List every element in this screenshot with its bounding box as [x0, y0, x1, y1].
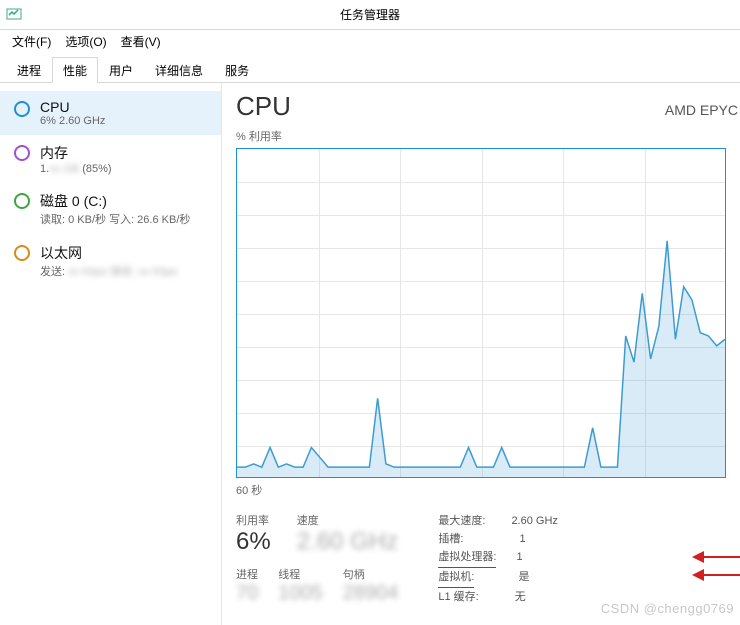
chart-x-label: 60 秒 [236, 482, 740, 498]
titlebar: 任务管理器 [0, 0, 740, 30]
proc-label: 进程 [236, 566, 258, 582]
sidebar-cpu-sub: 6% 2.60 GHz [40, 115, 105, 127]
window-title: 任务管理器 [340, 6, 400, 23]
tab-users[interactable]: 用户 [98, 57, 144, 83]
ethernet-ring-icon [14, 245, 30, 261]
speed-value: 2.60 GHz [297, 528, 398, 556]
cpu-stats: 利用率 6% 速度 2.60 GHz 进程 70 线程 1005 [236, 512, 740, 606]
performance-sidebar: CPU 6% 2.60 GHz 内存 1.xx GB (85%) 磁盘 0 (C… [0, 83, 222, 625]
sidebar-item-memory[interactable]: 内存 1.xx GB (85%) [0, 135, 221, 183]
speed-label: 速度 [297, 512, 398, 528]
vm-label: 虚拟机: [438, 568, 474, 588]
tab-performance[interactable]: 性能 [52, 57, 98, 83]
tab-details[interactable]: 详细信息 [144, 57, 214, 83]
sidebar-cpu-title: CPU [40, 99, 105, 115]
cpu-detail-stats: 最大速度: 2.60 GHz 插槽: 1 虚拟处理器: 1 虚拟机: 是 L1 缓存: 无 [438, 512, 558, 606]
l1-value: 无 [515, 588, 526, 606]
sockets-label: 插槽: [438, 530, 463, 548]
threads-value: 1005 [278, 582, 323, 605]
menu-options[interactable]: 选项(O) [61, 31, 110, 52]
l1-label: L1 缓存: [438, 588, 478, 606]
threads-label: 线程 [278, 566, 323, 582]
memory-ring-icon [14, 145, 30, 161]
sidebar-item-disk[interactable]: 磁盘 0 (C:) 读取: 0 KB/秒 写入: 26.6 KB/秒 [0, 183, 221, 235]
util-value: 6% [236, 528, 271, 556]
content-area: CPU 6% 2.60 GHz 内存 1.xx GB (85%) 磁盘 0 (C… [0, 83, 740, 625]
sidebar-memory-sub: 1.xx GB (85%) [40, 163, 112, 175]
watermark: CSDN @chengg0769 [601, 601, 734, 616]
vm-value: 是 [518, 568, 529, 588]
cpu-utilization-chart [236, 148, 726, 478]
menu-file[interactable]: 文件(F) [8, 31, 55, 52]
tab-services[interactable]: 服务 [214, 57, 260, 83]
proc-value: 70 [236, 582, 258, 605]
sidebar-eth-sub: 发送: xx Kbps 接收: xx Kbps [40, 263, 178, 279]
app-icon [6, 6, 22, 22]
sidebar-item-ethernet[interactable]: 以太网 发送: xx Kbps 接收: xx Kbps [0, 235, 221, 287]
page-title: CPU [236, 91, 291, 122]
handles-label: 句柄 [343, 566, 399, 582]
sidebar-eth-title: 以太网 [40, 243, 178, 263]
tab-processes[interactable]: 进程 [6, 57, 52, 83]
menubar: 文件(F) 选项(O) 查看(V) [0, 30, 740, 52]
max-speed-label: 最大速度: [438, 512, 485, 530]
sockets-value: 1 [519, 530, 525, 548]
max-speed-value: 2.60 GHz [511, 512, 557, 530]
cpu-ring-icon [14, 101, 30, 117]
chart-y-label: % 利用率 [236, 128, 740, 144]
annotation-arrow-2 [692, 566, 740, 589]
vproc-value: 1 [516, 548, 522, 568]
tab-strip: 进程 性能 用户 详细信息 服务 [0, 52, 740, 83]
sidebar-disk-sub: 读取: 0 KB/秒 写入: 26.6 KB/秒 [40, 211, 190, 227]
performance-main: CPU AMD EPYC % 利用率 60 秒 利用率 6% 速度 [222, 83, 740, 625]
sidebar-disk-title: 磁盘 0 (C:) [40, 191, 190, 211]
chart-svg [237, 149, 725, 477]
handles-value: 28904 [343, 582, 399, 605]
cpu-brand: AMD EPYC [665, 102, 738, 118]
sidebar-memory-title: 内存 [40, 143, 112, 163]
menu-view[interactable]: 查看(V) [117, 31, 165, 52]
util-label: 利用率 [236, 512, 271, 528]
sidebar-item-cpu[interactable]: CPU 6% 2.60 GHz [0, 91, 221, 135]
disk-ring-icon [14, 193, 30, 209]
vproc-label: 虚拟处理器: [438, 548, 496, 568]
